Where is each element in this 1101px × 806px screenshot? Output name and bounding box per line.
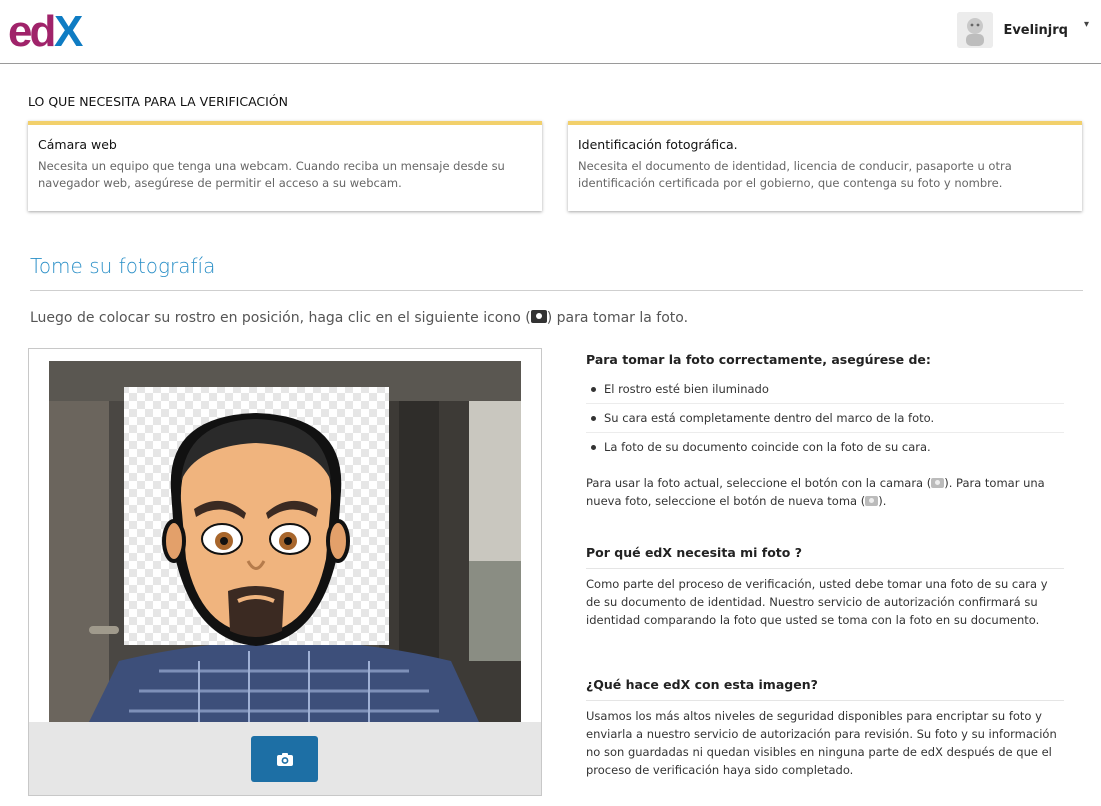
edx-logo[interactable]: ed X: [8, 7, 100, 56]
svg-text:ed: ed: [8, 8, 53, 52]
why-photo-heading: Por qué edX necesita mi foto ?: [586, 545, 802, 560]
divider: [586, 568, 1064, 569]
page-title: Tome su fotografía: [30, 254, 216, 278]
photo-instructions-start: Luego de colocar su rostro en posición, …: [30, 310, 531, 326]
camera-icon: [530, 310, 547, 323]
webcam-requirement-title: Cámara web: [38, 137, 117, 152]
list-item: Su cara está completamente dentro del ma…: [586, 404, 1064, 433]
what-happens-text: Usamos los más altos niveles de segurida…: [586, 709, 1057, 777]
webcam-preview: [49, 361, 521, 722]
what-happens-heading: ¿Qué hace edX con esta imagen?: [586, 677, 818, 692]
why-photo-section: Por qué edX necesita mi foto ? Como part…: [586, 545, 1064, 629]
photo-usage-note: Para usar la foto actual, seleccione el …: [586, 474, 1064, 510]
webcam-requirement-card: Cámara web Necesita un equipo que tenga …: [28, 121, 542, 211]
caret-down-icon[interactable]: ▾: [1084, 19, 1089, 30]
user-avatar[interactable]: [957, 12, 994, 48]
list-item: La foto de su documento coincide con la …: [586, 433, 1064, 462]
list-item: El rostro esté bien iluminado: [586, 375, 1064, 404]
section-divider: [30, 290, 1083, 291]
photo-id-requirement-text: Necesita el documento de identidad, lice…: [578, 159, 1012, 190]
usage-text-3: ).: [878, 494, 887, 508]
webcam-requirement-text: Necesita un equipo que tenga una webcam.…: [38, 159, 505, 190]
requirements-heading: LO QUE NECESITA PARA LA VERIFICACIÓN: [28, 94, 289, 109]
photo-tips-list: El rostro esté bien iluminado Su cara es…: [586, 375, 1064, 462]
site-header: ed X Evelinjrq ▾: [0, 0, 1101, 64]
camera-icon: [931, 478, 945, 488]
user-menu[interactable]: Evelinjrq ▾: [957, 10, 1089, 50]
photo-instructions-end: ) para tomar la foto.: [546, 310, 689, 326]
username[interactable]: Evelinjrq: [1003, 23, 1068, 38]
photo-tips-section: Para tomar la foto correctamente, asegúr…: [586, 352, 1064, 462]
usage-text-1: Para usar la foto actual, seleccione el …: [586, 476, 932, 490]
webcam-capture-panel: [28, 348, 542, 796]
take-photo-button[interactable]: [251, 736, 318, 782]
photo-id-requirement-card: Identificación fotográfica. Necesita el …: [568, 121, 1082, 211]
why-photo-text: Como parte del proceso de verificación, …: [586, 577, 1048, 627]
retake-icon: [865, 496, 879, 506]
capture-controls: [29, 722, 541, 795]
camera-icon: [276, 752, 293, 766]
divider: [586, 700, 1064, 701]
photo-id-requirement-title: Identificación fotográfica.: [578, 137, 738, 152]
photo-tips-heading: Para tomar la foto correctamente, asegúr…: [586, 352, 931, 367]
photo-instructions: Luego de colocar su rostro en posición, …: [30, 310, 688, 326]
svg-text:X: X: [54, 8, 83, 52]
what-happens-section: ¿Qué hace edX con esta imagen? Usamos lo…: [586, 677, 1064, 779]
